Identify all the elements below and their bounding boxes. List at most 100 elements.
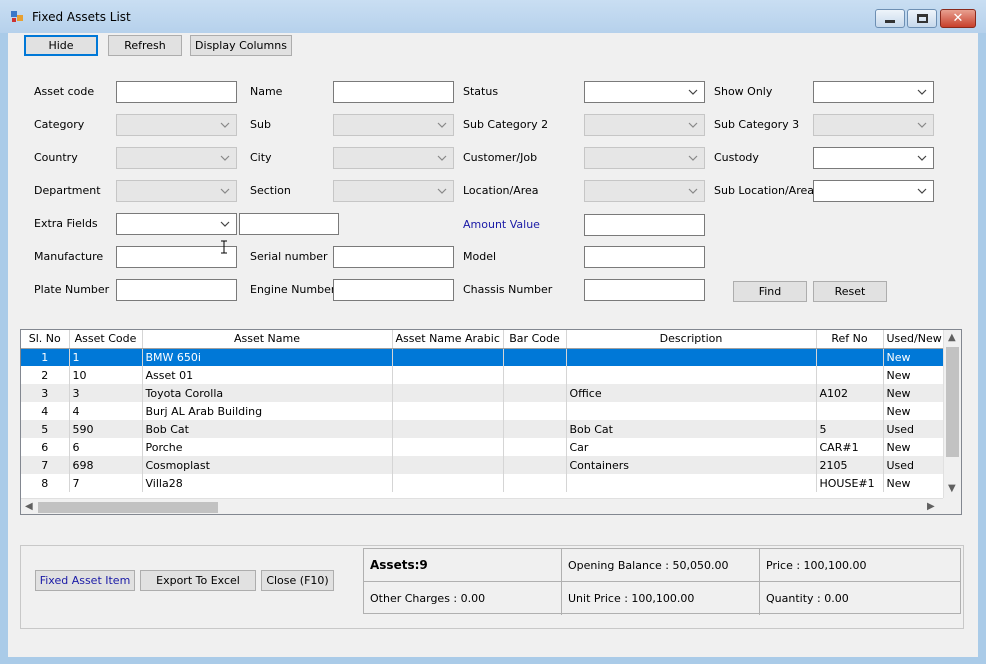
- table-cell[interactable]: 8: [21, 474, 70, 492]
- table-cell[interactable]: New: [883, 348, 944, 366]
- table-cell[interactable]: Containers: [566, 456, 817, 474]
- table-cell[interactable]: 4: [69, 402, 143, 420]
- table-cell[interactable]: New: [883, 438, 944, 456]
- table-cell[interactable]: 7: [21, 456, 70, 474]
- column-header[interactable]: Asset Name Arabic: [392, 330, 504, 349]
- city-select[interactable]: [333, 147, 454, 169]
- table-cell[interactable]: 1: [69, 348, 143, 366]
- table-cell[interactable]: 590: [69, 420, 143, 438]
- display-columns-button[interactable]: Display Columns: [190, 35, 292, 56]
- table-cell[interactable]: [566, 474, 817, 492]
- table-cell[interactable]: [816, 402, 884, 420]
- column-header[interactable]: Asset Code: [69, 330, 143, 349]
- table-cell[interactable]: [392, 438, 504, 456]
- table-cell[interactable]: Asset 01: [142, 366, 393, 384]
- table-cell[interactable]: New: [883, 474, 944, 492]
- plate-number-input[interactable]: [116, 279, 237, 301]
- table-cell[interactable]: Burj AL Arab Building: [142, 402, 393, 420]
- column-header[interactable]: Sl. No: [21, 330, 70, 349]
- table-cell[interactable]: [392, 366, 504, 384]
- table-cell[interactable]: [816, 348, 884, 366]
- table-cell[interactable]: [503, 348, 567, 366]
- table-cell[interactable]: [392, 456, 504, 474]
- table-cell[interactable]: 2: [21, 366, 70, 384]
- table-cell[interactable]: Villa28: [142, 474, 393, 492]
- model-input[interactable]: [584, 246, 705, 268]
- show-only-select[interactable]: [813, 81, 934, 103]
- table-cell[interactable]: 3: [69, 384, 143, 402]
- fixed-asset-item-button[interactable]: Fixed Asset Item: [35, 570, 135, 591]
- assets-grid[interactable]: Sl. No Asset Code Asset Name Asset Name …: [20, 329, 962, 515]
- find-button[interactable]: Find: [733, 281, 807, 302]
- sub-select[interactable]: [333, 114, 454, 136]
- customer-job-select[interactable]: [584, 147, 705, 169]
- location-area-select[interactable]: [584, 180, 705, 202]
- table-cell[interactable]: HOUSE#1: [816, 474, 884, 492]
- table-cell[interactable]: [503, 420, 567, 438]
- table-cell[interactable]: Office: [566, 384, 817, 402]
- table-cell[interactable]: 6: [21, 438, 70, 456]
- column-header[interactable]: Asset Name: [142, 330, 393, 349]
- table-cell[interactable]: [392, 402, 504, 420]
- table-cell[interactable]: Bob Cat: [566, 420, 817, 438]
- scroll-left-icon[interactable]: ◀: [25, 502, 33, 512]
- table-cell[interactable]: Porche: [142, 438, 393, 456]
- name-input[interactable]: [333, 81, 454, 103]
- table-cell[interactable]: [503, 474, 567, 492]
- horizontal-scrollbar[interactable]: ◀ ▶: [21, 498, 943, 514]
- table-cell[interactable]: [503, 384, 567, 402]
- refresh-button[interactable]: Refresh: [108, 35, 182, 56]
- sub-location-area-select[interactable]: [813, 180, 934, 202]
- table-cell[interactable]: [392, 384, 504, 402]
- table-cell[interactable]: Toyota Corolla: [142, 384, 393, 402]
- status-select[interactable]: [584, 81, 705, 103]
- table-cell[interactable]: 698: [69, 456, 143, 474]
- column-header[interactable]: Bar Code: [503, 330, 567, 349]
- extra-fields-input[interactable]: [239, 213, 339, 235]
- table-cell[interactable]: Bob Cat: [142, 420, 393, 438]
- reset-button[interactable]: Reset: [813, 281, 887, 302]
- table-cell[interactable]: [392, 474, 504, 492]
- table-cell[interactable]: [816, 366, 884, 384]
- engine-number-input[interactable]: [333, 279, 454, 301]
- table-cell[interactable]: [392, 348, 504, 366]
- table-cell[interactable]: Cosmoplast: [142, 456, 393, 474]
- table-cell[interactable]: 1: [21, 348, 70, 366]
- column-header[interactable]: Description: [566, 330, 817, 349]
- table-cell[interactable]: BMW 650i: [142, 348, 393, 366]
- table-cell[interactable]: [503, 402, 567, 420]
- table-cell[interactable]: [566, 348, 817, 366]
- chassis-number-input[interactable]: [584, 279, 705, 301]
- table-cell[interactable]: 10: [69, 366, 143, 384]
- table-cell[interactable]: 3: [21, 384, 70, 402]
- table-row[interactable]: 3 3 Toyota Corolla Office A102 New: [21, 384, 944, 402]
- table-cell[interactable]: New: [883, 402, 944, 420]
- table-row[interactable]: 2 10 Asset 01 New: [21, 366, 944, 384]
- vertical-scrollbar[interactable]: ▲ ▼: [943, 330, 961, 498]
- column-header[interactable]: Ref No: [816, 330, 884, 349]
- table-cell[interactable]: [566, 402, 817, 420]
- table-row[interactable]: 8 7 Villa28 HOUSE#1 New: [21, 474, 944, 492]
- section-select[interactable]: [333, 180, 454, 202]
- serial-number-input[interactable]: [333, 246, 454, 268]
- table-row[interactable]: 1 1 BMW 650i New: [21, 348, 944, 366]
- close-window-button[interactable]: ✕: [940, 9, 976, 28]
- extra-fields-select[interactable]: [116, 213, 237, 235]
- table-row[interactable]: 7 698 Cosmoplast Containers 2105 Used: [21, 456, 944, 474]
- table-cell[interactable]: 5: [816, 420, 884, 438]
- custody-select[interactable]: [813, 147, 934, 169]
- table-cell[interactable]: 7: [69, 474, 143, 492]
- table-cell[interactable]: [503, 438, 567, 456]
- manufacture-input[interactable]: [116, 246, 237, 268]
- asset-code-input[interactable]: [116, 81, 237, 103]
- sub-category-2-select[interactable]: [584, 114, 705, 136]
- amount-value-input[interactable]: [584, 214, 705, 236]
- department-select[interactable]: [116, 180, 237, 202]
- table-row[interactable]: 5 590 Bob Cat Bob Cat 5 Used: [21, 420, 944, 438]
- table-cell[interactable]: Used: [883, 420, 944, 438]
- table-cell[interactable]: [503, 366, 567, 384]
- minimize-button[interactable]: [875, 9, 905, 28]
- table-cell[interactable]: New: [883, 384, 944, 402]
- table-cell[interactable]: [503, 456, 567, 474]
- table-row[interactable]: 4 4 Burj AL Arab Building New: [21, 402, 944, 420]
